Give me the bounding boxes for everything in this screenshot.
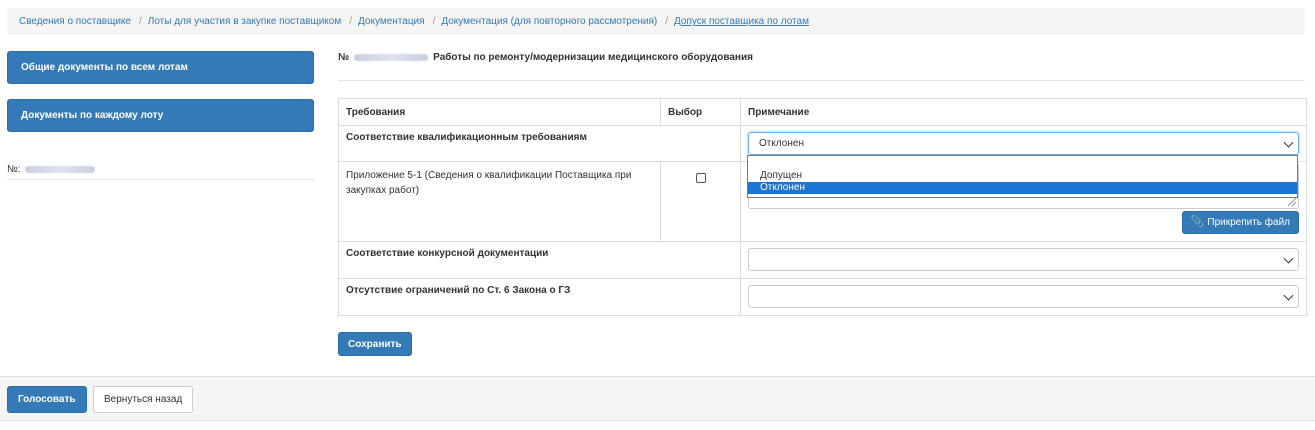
- group-tender-docs: Соответствие конкурсной документации: [338, 241, 741, 279]
- selection-cell: [660, 161, 741, 242]
- breadcrumb-admission[interactable]: Допуск поставщика по лотам: [674, 16, 809, 27]
- breadcrumb-documentation-review[interactable]: Документация (для повторного рассмотрени…: [441, 16, 657, 27]
- vote-button[interactable]: Голосовать: [7, 386, 87, 413]
- back-button[interactable]: Вернуться назад: [93, 386, 194, 413]
- breadcrumb-separator: /: [138, 16, 142, 27]
- header-requirements: Требования: [338, 98, 661, 126]
- header-note: Примечание: [740, 98, 1307, 126]
- table-row: Отсутствие ограничений по Ст. 6 Закона о…: [338, 278, 1307, 316]
- redacted-lot-number: [354, 54, 429, 61]
- paperclip-icon: 📎: [1190, 216, 1205, 228]
- chevron-down-icon: [1283, 253, 1294, 264]
- breadcrumb-supplier-info[interactable]: Сведения о поставщике: [19, 16, 131, 27]
- attach-file-button[interactable]: 📎 Прикрепить файл: [1181, 211, 1299, 234]
- breadcrumb: Сведения о поставщике / Лоты для участия…: [7, 8, 1305, 35]
- chevron-down-icon: [1283, 290, 1294, 301]
- dropdown-option-blank[interactable]: [748, 158, 1297, 170]
- status-dropdown-list: Допущен Отклонен: [747, 155, 1298, 198]
- note-cell: [740, 278, 1307, 316]
- footer-bar: Голосовать Вернуться назад: [0, 376, 1315, 421]
- attach-file-label: Прикрепить файл: [1207, 217, 1290, 228]
- tender-docs-status-select[interactable]: [748, 248, 1299, 271]
- group-restrictions: Отсутствие ограничений по Ст. 6 Закона о…: [338, 278, 741, 316]
- subitem-checkbox[interactable]: [695, 173, 706, 183]
- qualification-status-select[interactable]: Отклонен: [748, 132, 1299, 155]
- dropdown-option-rejected[interactable]: Отклонен: [748, 182, 1297, 194]
- save-button[interactable]: Сохранить: [338, 332, 412, 356]
- number-label: №:: [7, 164, 21, 175]
- redacted-number: [24, 166, 95, 173]
- breadcrumb-lots[interactable]: Лоты для участия в закупке поставщиком: [148, 16, 341, 27]
- breadcrumb-separator: /: [349, 16, 353, 27]
- sidebar-lot-number: №:: [7, 160, 314, 180]
- lot-number-sign: №: [338, 52, 350, 63]
- per-lot-docs-button[interactable]: Документы по каждому лоту: [7, 99, 314, 132]
- note-cell: [740, 241, 1307, 279]
- breadcrumb-separator: /: [665, 16, 669, 27]
- select-value: Отклонен: [759, 138, 804, 149]
- table-row: Соответствие конкурсной документации: [338, 241, 1307, 279]
- chevron-down-icon: [1283, 137, 1294, 148]
- lot-name: Работы по ремонту/модернизации медицинск…: [433, 52, 753, 63]
- requirements-table: Требования Выбор Примечание Соответствие…: [338, 98, 1307, 316]
- common-docs-button[interactable]: Общие документы по всем лотам: [7, 51, 314, 84]
- subitem-label: Приложение 5-1 (Сведения о квалификации …: [338, 161, 661, 242]
- restrictions-status-select[interactable]: [748, 285, 1299, 308]
- header-selection: Выбор: [660, 98, 741, 126]
- lot-title: № Работы по ремонту/модернизации медицин…: [338, 49, 1305, 81]
- breadcrumb-documentation[interactable]: Документация: [358, 16, 425, 27]
- table-header-row: Требования Выбор Примечание: [338, 98, 1307, 126]
- dropdown-option-admitted[interactable]: Допущен: [748, 170, 1297, 182]
- resize-grip-icon[interactable]: [1288, 198, 1296, 206]
- group-qualification: Соответствие квалификационным требования…: [338, 125, 741, 162]
- breadcrumb-separator: /: [432, 16, 436, 27]
